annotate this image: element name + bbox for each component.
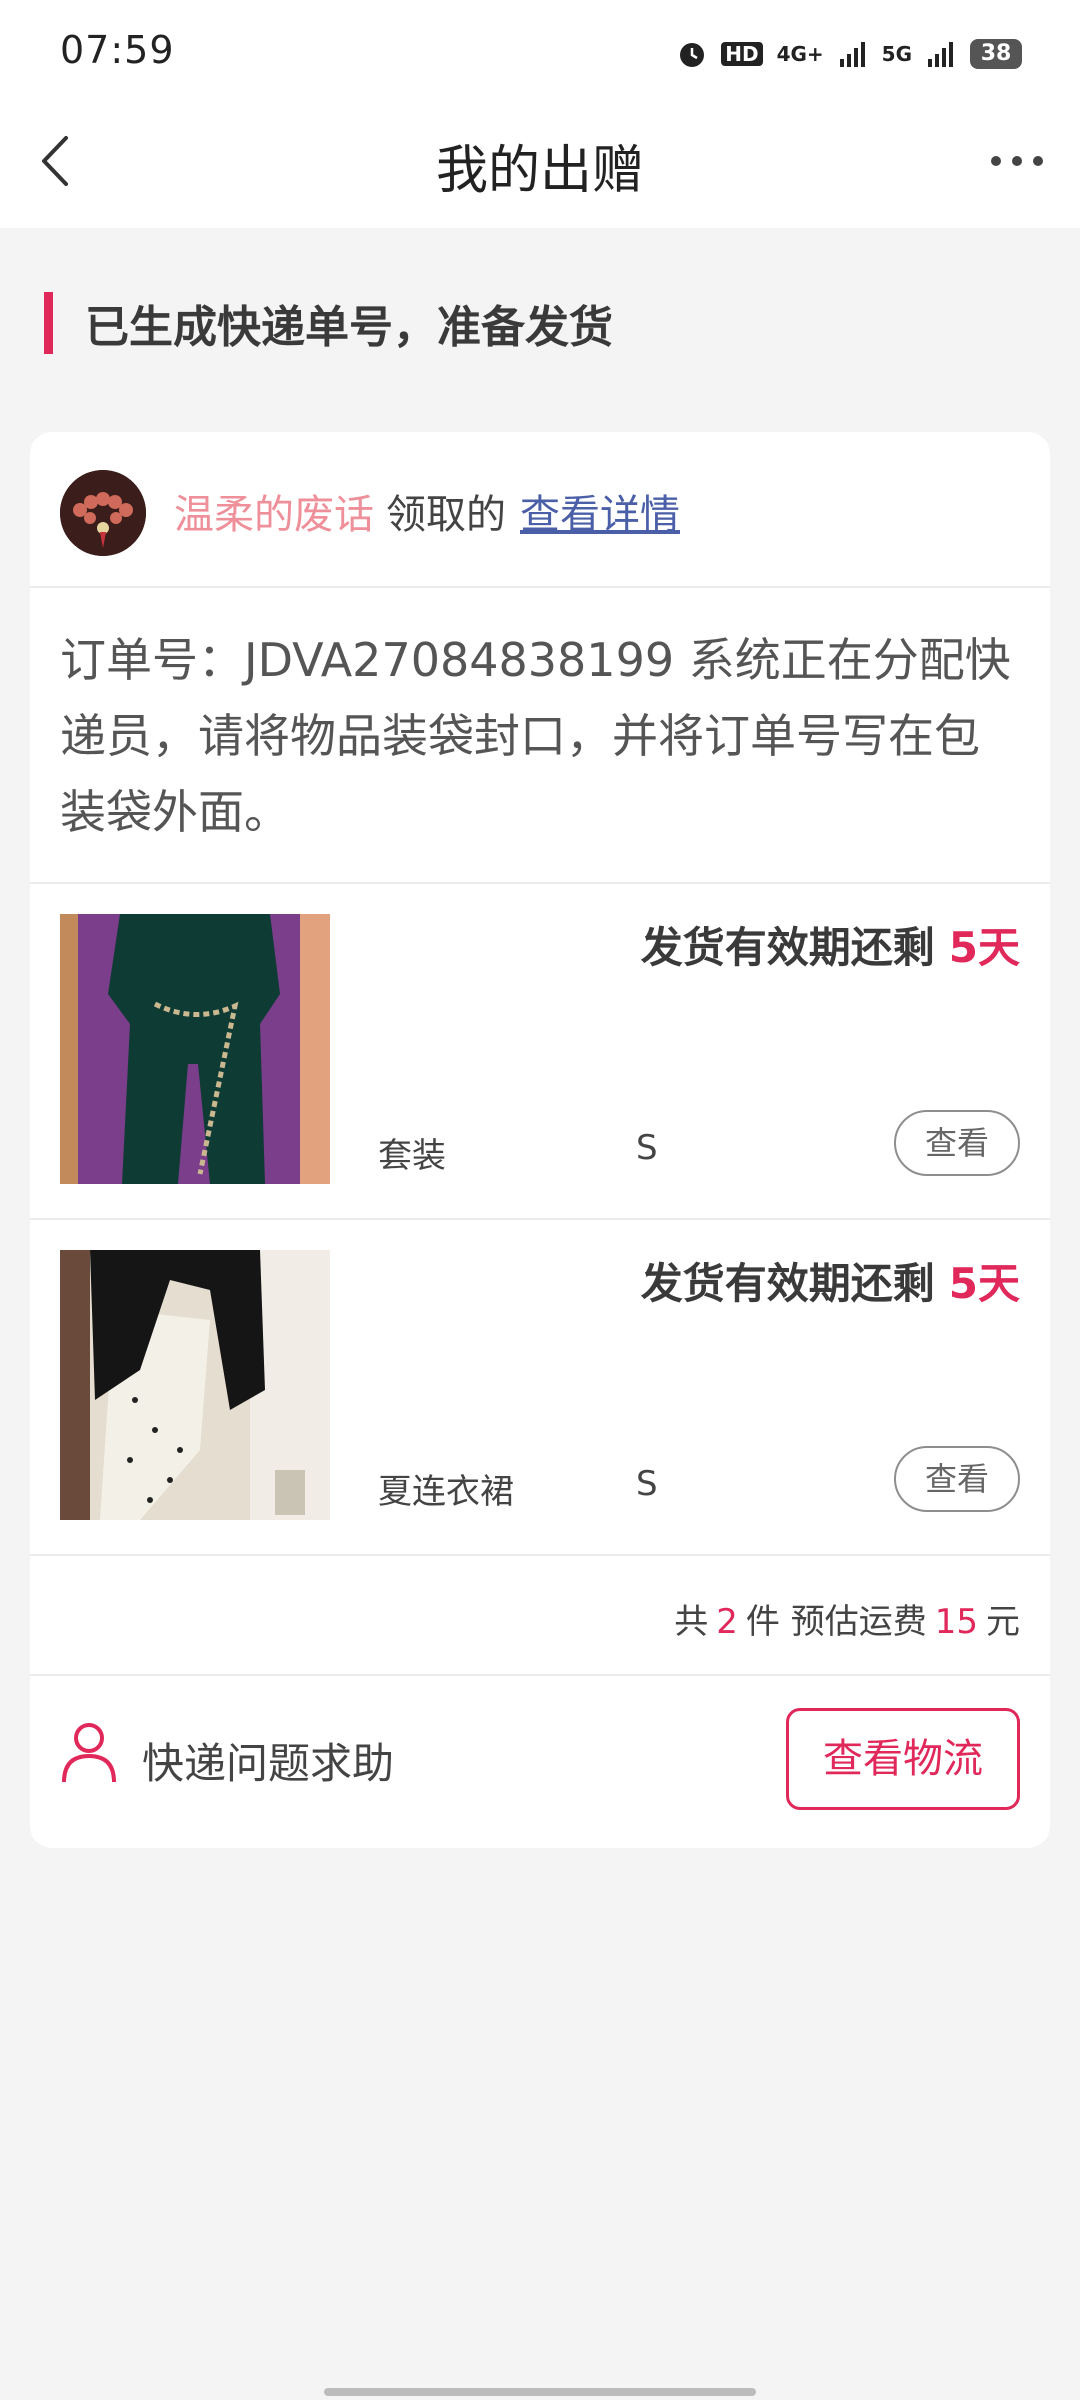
item-photo-dress[interactable] (60, 1250, 330, 1520)
order-summary: 共2件 预估运费 15 元 (674, 1594, 1020, 1643)
list-item: 发货有效期还剩 5天 套装 S 查看 (30, 884, 1050, 1220)
item-name: 套装 (378, 1136, 446, 1176)
help-row: 快递问题求助 查看物流 (30, 1676, 1050, 1848)
shipping-deadline: 发货有效期还剩 5天 (641, 914, 1020, 975)
view-item-button[interactable]: 查看 (894, 1110, 1020, 1176)
deadline-label: 发货有效期还剩 (640, 1259, 935, 1308)
order-info: 订单号：JDVA27084838199 系统正在分配快递员，请将物品装袋封口，并… (30, 588, 1050, 884)
signal-5g-label: 5G (881, 42, 912, 66)
more-dots-icon[interactable] (982, 126, 1052, 196)
item-photo-jumpsuit[interactable] (60, 914, 330, 1184)
item-count: 2 (716, 1602, 738, 1642)
signal-bars-icon (839, 42, 865, 67)
page-title: 我的出赠 (435, 141, 644, 201)
receiver-action: 领取的 (386, 492, 506, 538)
section-accent-bar (44, 292, 53, 354)
hd-indicator: HD (721, 42, 763, 66)
person-icon[interactable] (60, 1720, 118, 1784)
status-time: 07:59 (60, 28, 175, 72)
section-header: 已生成快递单号，准备发货 (44, 292, 613, 354)
shipping-fee: 15 (934, 1602, 978, 1642)
item-size: S (636, 1128, 658, 1168)
alarm-icon (680, 43, 705, 67)
section-title: 已生成快递单号，准备发货 (85, 302, 613, 353)
signal-bars-icon (928, 42, 953, 67)
view-logistics-button[interactable]: 查看物流 (786, 1708, 1020, 1810)
summary-unit: 件 预估运费 (745, 1602, 927, 1642)
status-icons: HD 4G+ 5G 38 (677, 36, 1022, 72)
item-size: S (636, 1464, 658, 1504)
view-detail-link[interactable]: 查看详情 (520, 492, 680, 538)
deadline-label: 发货有效期还剩 (640, 923, 935, 972)
summary-currency: 元 (986, 1602, 1020, 1642)
status-bar: 07:59 HD 4G+ 5G 38 (0, 0, 1080, 100)
summary-row: 共2件 预估运费 15 元 (30, 1556, 1050, 1676)
avatar[interactable] (60, 470, 146, 556)
signal-4g-label: 4G+ (776, 42, 824, 66)
view-item-button[interactable]: 查看 (894, 1446, 1020, 1512)
order-card: 温柔的废话 领取的 查看详情 订单号：JDVA27084838199 系统正在分配快… (30, 432, 1050, 1848)
express-help-link[interactable]: 快递问题求助 (142, 1730, 394, 1791)
receiver-text: 温柔的废话 领取的 查看详情 (174, 482, 680, 540)
summary-prefix: 共 (674, 1602, 709, 1642)
receiver-row: 温柔的废话 领取的 查看详情 (30, 432, 1050, 588)
home-indicator[interactable] (324, 2388, 756, 2396)
nav-bar: 我的出赠 (0, 100, 1080, 228)
list-item: 发货有效期还剩 5天 夏连衣裙 S 查看 (30, 1220, 1050, 1556)
battery-indicator: 38 (970, 39, 1022, 69)
item-name: 夏连衣裙 (378, 1472, 514, 1512)
shipping-deadline: 发货有效期还剩 5天 (641, 1250, 1020, 1311)
deadline-days: 5天 (948, 923, 1020, 972)
deadline-days: 5天 (948, 1259, 1020, 1308)
receiver-name[interactable]: 温柔的废话 (174, 492, 374, 538)
